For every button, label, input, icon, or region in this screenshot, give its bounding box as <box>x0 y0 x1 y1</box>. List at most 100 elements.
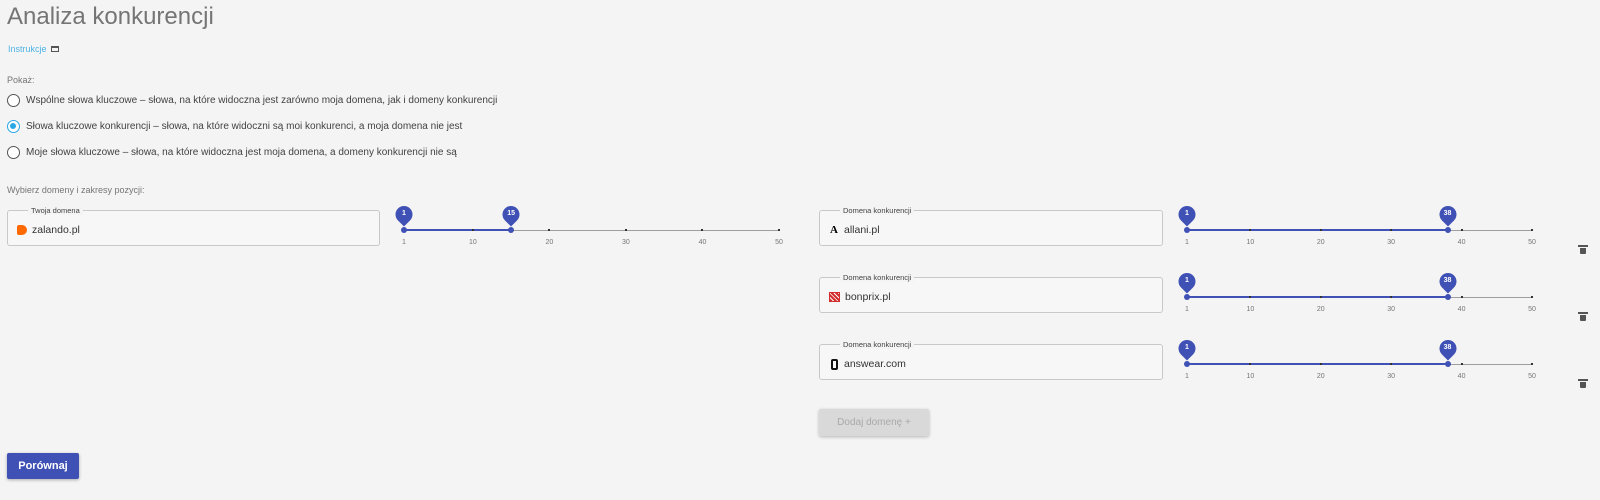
allani-logo-icon: A <box>830 224 838 236</box>
slider-handle[interactable] <box>1444 361 1451 367</box>
own-domain-field[interactable]: Twoja domena zalando.pl <box>7 206 380 246</box>
slider-tick-label: 20 <box>545 239 554 246</box>
slider-handle[interactable] <box>401 227 407 233</box>
radio-button[interactable] <box>7 94 20 107</box>
slider-tick <box>1390 363 1393 365</box>
slider-value-bubble[interactable] <box>499 202 524 227</box>
competitor-domain-legend: Domena konkurencji <box>840 273 915 282</box>
slider-tick-label: 50 <box>1528 373 1536 380</box>
own-domain-legend: Twoja domena <box>28 206 83 215</box>
radio-button[interactable] <box>7 146 20 159</box>
radio-option-common-keywords[interactable]: Wspólne słowa kluczowe – słowa, na które… <box>7 94 497 107</box>
page-title: Analiza konkurencji <box>7 3 214 30</box>
slider-value-bubble[interactable] <box>1435 269 1460 294</box>
competitor-position-slider[interactable]: 1 10 20 30 40 50 1 38 <box>1174 269 1536 323</box>
slider-tick-label: 40 <box>1457 306 1466 313</box>
slider-handle[interactable] <box>1444 294 1451 300</box>
slider-tick <box>778 229 780 231</box>
slider-tick-label: 40 <box>698 239 707 246</box>
slider-tick-label: 20 <box>1316 306 1325 313</box>
delete-domain-icon[interactable] <box>1578 312 1588 321</box>
bonprix-logo-icon <box>829 292 840 302</box>
slider-tick-label: 10 <box>1246 239 1255 246</box>
answear-logo-icon <box>831 358 838 370</box>
add-domain-button[interactable]: Dodaj domenę + <box>819 409 929 436</box>
competitor-position-slider[interactable]: 1 10 20 30 40 50 1 38 <box>1174 202 1536 256</box>
slider-tick-label: 1 <box>1185 239 1189 246</box>
slider-selected-range <box>1187 229 1448 231</box>
slider-handle[interactable] <box>508 227 515 233</box>
slider-tick <box>1249 363 1252 365</box>
slider-value-bubble[interactable] <box>1174 269 1200 294</box>
slider-tick-label: 1 <box>1185 306 1189 313</box>
own-domain-value: zalando.pl <box>32 224 80 236</box>
slider-tick <box>1249 229 1252 231</box>
domains-section-label: Wybierz domeny i zakresy pozycji: <box>7 185 145 195</box>
delete-domain-icon[interactable] <box>1578 379 1588 388</box>
slider-value-bubble[interactable] <box>391 202 417 227</box>
slider-selected-range <box>1187 363 1448 365</box>
competitor-domain-value: bonprix.pl <box>845 291 891 303</box>
slider-tick <box>1390 229 1393 231</box>
radio-button[interactable] <box>7 120 20 133</box>
slider-tick-label: 1 <box>402 239 406 246</box>
slider-tick <box>701 229 704 231</box>
slider-tick-label: 30 <box>1387 306 1396 313</box>
compare-button[interactable]: Porównaj <box>7 453 79 479</box>
slider-tick-label: 1 <box>1185 373 1189 380</box>
slider-tick <box>1249 296 1252 298</box>
slider-value-bubble[interactable] <box>1435 202 1460 227</box>
slider-tick-label: 30 <box>1387 373 1396 380</box>
slider-handle[interactable] <box>1184 294 1190 300</box>
competitor-domain-legend: Domena konkurencji <box>840 340 915 349</box>
competitor-domain-value: allani.pl <box>844 224 880 236</box>
slider-tick <box>1319 296 1322 298</box>
slider-tick <box>1531 363 1533 365</box>
slider-value-bubble[interactable] <box>1435 336 1460 361</box>
zalando-logo-icon <box>17 225 27 235</box>
slider-tick <box>471 229 474 231</box>
slider-tick <box>1460 229 1463 231</box>
slider-handle[interactable] <box>1184 361 1190 367</box>
external-link-icon <box>50 46 59 52</box>
slider-selected-range <box>404 229 512 231</box>
slider-tick-label: 50 <box>1528 239 1536 246</box>
slider-tick-label: 10 <box>468 239 477 246</box>
slider-tick-label: 20 <box>1316 239 1325 246</box>
slider-tick-label: 10 <box>1246 373 1255 380</box>
slider-tick <box>1460 363 1463 365</box>
slider-tick-label: 50 <box>1528 306 1536 313</box>
competitor-domain-field[interactable]: Domena konkurencji answear.com <box>819 340 1163 380</box>
radio-option-my-keywords[interactable]: Moje słowa kluczowe – słowa, na które wi… <box>7 146 457 159</box>
slider-tick <box>1460 296 1463 298</box>
slider-tick <box>1319 229 1322 231</box>
slider-handle[interactable] <box>1444 227 1451 233</box>
delete-domain-icon[interactable] <box>1578 245 1588 254</box>
slider-tick-label: 30 <box>622 239 630 246</box>
radio-label: Moje słowa kluczowe – słowa, na które wi… <box>26 147 457 158</box>
slider-tick-label: 10 <box>1246 306 1255 313</box>
slider-handle[interactable] <box>1184 227 1190 233</box>
slider-tick <box>548 229 551 231</box>
slider-tick <box>1531 296 1533 298</box>
competitor-domain-field[interactable]: Domena konkurencji bonprix.pl <box>819 273 1163 313</box>
slider-tick-label: 40 <box>1457 373 1466 380</box>
competitor-domain-field[interactable]: Domena konkurencji A allani.pl <box>819 206 1163 246</box>
competitor-position-slider[interactable]: 1 10 20 30 40 50 1 38 <box>1174 336 1536 390</box>
slider-tick-label: 20 <box>1316 373 1325 380</box>
slider-tick-label: 50 <box>775 239 783 246</box>
slider-tick <box>1319 363 1322 365</box>
slider-tick-label: 30 <box>1387 239 1396 246</box>
competitor-domain-value: answear.com <box>844 358 906 370</box>
slider-value-bubble[interactable] <box>1174 202 1200 227</box>
slider-tick <box>1390 296 1393 298</box>
radio-label: Słowa kluczowe konkurencji – słowa, na k… <box>26 121 463 132</box>
slider-tick-label: 40 <box>1457 239 1466 246</box>
slider-value-bubble[interactable] <box>1174 336 1200 361</box>
own-domain-position-slider[interactable]: 1 10 20 30 40 50 1 15 <box>391 202 783 256</box>
instructions-label: Instrukcje <box>8 44 47 54</box>
radio-option-competitor-keywords[interactable]: Słowa kluczowe konkurencji – słowa, na k… <box>7 120 462 133</box>
competitor-domain-legend: Domena konkurencji <box>840 206 915 215</box>
slider-tick <box>624 229 627 231</box>
instructions-link[interactable]: Instrukcje <box>8 44 59 54</box>
